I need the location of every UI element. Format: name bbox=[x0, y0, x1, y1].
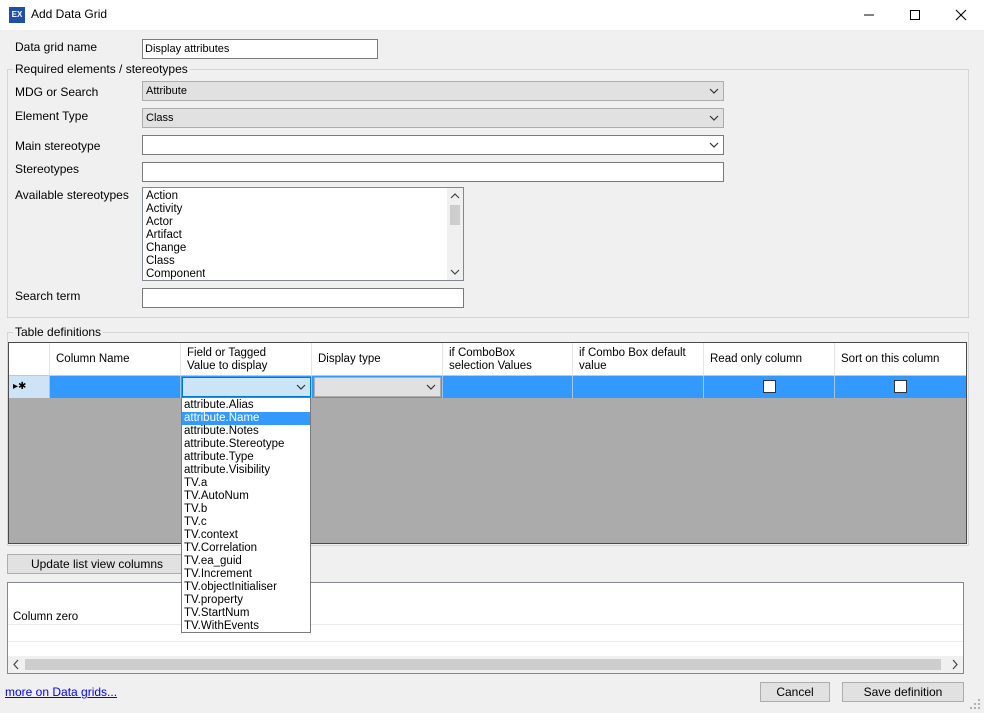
scroll-thumb[interactable] bbox=[450, 205, 460, 225]
grid-name-input[interactable]: Display attributes bbox=[142, 39, 378, 59]
cell-combobox-values[interactable] bbox=[443, 376, 573, 398]
dropdown-item[interactable]: attribute.Notes bbox=[182, 425, 310, 438]
row-divider bbox=[8, 624, 963, 625]
stereotypes-input[interactable] bbox=[142, 162, 724, 182]
cell-column-name[interactable] bbox=[50, 376, 181, 398]
mdg-label: MDG or Search bbox=[15, 85, 99, 99]
element-type-select[interactable]: Class bbox=[142, 108, 724, 128]
definitions-grid[interactable]: Column Name Field or Tagged Value to dis… bbox=[8, 342, 967, 544]
minimize-button[interactable] bbox=[846, 0, 892, 30]
col-header-sort[interactable]: Sort on this column bbox=[835, 343, 966, 376]
cancel-button[interactable]: Cancel bbox=[760, 682, 830, 702]
available-stereotypes-label: Available stereotypes bbox=[15, 188, 129, 202]
cell-combobox-default[interactable] bbox=[573, 376, 704, 398]
col-header-field[interactable]: Field or Tagged Value to display bbox=[181, 343, 312, 376]
app-icon: EX bbox=[9, 7, 25, 23]
dropdown-item[interactable]: TV.a bbox=[182, 477, 310, 490]
scroll-up-icon[interactable] bbox=[447, 189, 463, 203]
title-bar: EX Add Data Grid bbox=[0, 0, 984, 30]
col-header-combobox-default[interactable]: if Combo Box default value bbox=[573, 343, 704, 376]
resize-grip-icon[interactable] bbox=[968, 697, 982, 711]
cell-field[interactable] bbox=[181, 376, 312, 398]
dropdown-item[interactable]: TV.ea_guid bbox=[182, 555, 310, 568]
list-scrollbar[interactable] bbox=[447, 188, 463, 280]
col-header-column-name[interactable]: Column Name bbox=[50, 343, 181, 376]
row-header-new[interactable]: ▸✱ bbox=[9, 376, 50, 398]
dropdown-item[interactable]: attribute.Visibility bbox=[182, 464, 310, 477]
grid-header: Column Name Field or Tagged Value to dis… bbox=[9, 343, 966, 376]
mdg-select[interactable]: Attribute bbox=[142, 81, 724, 101]
cell-sort[interactable] bbox=[835, 376, 966, 398]
window-title: Add Data Grid bbox=[31, 7, 108, 21]
row-header-corner bbox=[9, 343, 50, 376]
scroll-down-icon[interactable] bbox=[447, 265, 463, 279]
list-item[interactable]: Artifact bbox=[146, 229, 182, 242]
dropdown-item[interactable]: TV.Correlation bbox=[182, 542, 310, 555]
list-item[interactable]: Change bbox=[146, 242, 186, 255]
required-group-title: Required elements / stereotypes bbox=[13, 62, 190, 76]
chevron-down-icon[interactable] bbox=[295, 379, 307, 395]
dropdown-item[interactable]: TV.StartNum bbox=[182, 607, 310, 620]
save-definition-button[interactable]: Save definition bbox=[842, 682, 964, 702]
maximize-button[interactable] bbox=[892, 0, 938, 30]
column-zero-label: Column zero bbox=[13, 611, 79, 623]
display-type-combo[interactable] bbox=[314, 377, 441, 397]
dropdown-item[interactable]: TV.AutoNum bbox=[182, 490, 310, 503]
main-stereotype-select[interactable] bbox=[142, 135, 724, 155]
close-icon bbox=[955, 9, 967, 21]
scroll-thumb[interactable] bbox=[25, 659, 941, 670]
col-header-combobox-values[interactable]: if ComboBox selection Values bbox=[443, 343, 573, 376]
dropdown-item[interactable]: attribute.Type bbox=[182, 451, 310, 464]
dropdown-item[interactable]: attribute.Stereotype bbox=[182, 438, 310, 451]
minimize-icon bbox=[864, 14, 874, 16]
column-preview-panel: Column zero bbox=[7, 582, 964, 674]
close-button[interactable] bbox=[938, 0, 984, 30]
mdg-select-value: Attribute bbox=[146, 85, 187, 97]
row-divider bbox=[8, 641, 963, 642]
available-stereotypes-list[interactable]: Action Activity Actor Artifact Change Cl… bbox=[142, 187, 464, 281]
dropdown-item[interactable]: attribute.Alias bbox=[182, 399, 310, 412]
element-type-label: Element Type bbox=[15, 109, 89, 123]
col-header-display-type[interactable]: Display type bbox=[312, 343, 443, 376]
dropdown-item[interactable]: TV.Increment bbox=[182, 568, 310, 581]
chevron-down-icon bbox=[709, 88, 719, 94]
list-item[interactable]: Component bbox=[146, 268, 205, 280]
dropdown-item[interactable]: TV.c bbox=[182, 516, 310, 529]
field-combo-editor[interactable] bbox=[182, 377, 311, 397]
chevron-down-icon bbox=[709, 142, 719, 148]
list-item[interactable]: Class bbox=[146, 255, 175, 268]
grid-name-label: Data grid name bbox=[15, 40, 98, 54]
search-term-label: Search term bbox=[15, 289, 81, 303]
main-stereotype-label: Main stereotype bbox=[15, 139, 101, 153]
chevron-down-icon bbox=[709, 115, 719, 121]
table-definitions-title: Table definitions bbox=[13, 325, 104, 339]
element-type-value: Class bbox=[146, 112, 174, 124]
dropdown-item[interactable]: TV.context bbox=[182, 529, 310, 542]
search-term-input[interactable] bbox=[142, 288, 464, 308]
read-only-checkbox[interactable] bbox=[763, 380, 776, 393]
list-item[interactable]: Actor bbox=[146, 216, 173, 229]
update-list-view-button[interactable]: Update list view columns bbox=[7, 554, 187, 574]
maximize-icon bbox=[910, 10, 920, 20]
list-item[interactable]: Activity bbox=[146, 203, 182, 216]
list-item[interactable]: Action bbox=[146, 190, 178, 203]
cell-read-only[interactable] bbox=[704, 376, 835, 398]
dropdown-item[interactable]: TV.property bbox=[182, 594, 310, 607]
field-dropdown-list[interactable]: attribute.Alias attribute.Name attribute… bbox=[181, 397, 311, 633]
dropdown-item[interactable]: TV.objectInitialiser bbox=[182, 581, 310, 594]
col-header-read-only[interactable]: Read only column bbox=[704, 343, 835, 376]
table-row[interactable]: ▸✱ bbox=[9, 376, 966, 398]
more-on-data-grids-link[interactable]: more on Data grids... bbox=[5, 685, 117, 699]
stereotypes-label: Stereotypes bbox=[15, 162, 80, 176]
chevron-down-icon[interactable] bbox=[425, 379, 437, 395]
dropdown-item-selected[interactable]: attribute.Name bbox=[182, 412, 310, 425]
scroll-right-icon[interactable] bbox=[947, 656, 963, 673]
sort-checkbox[interactable] bbox=[894, 380, 907, 393]
horizontal-scrollbar[interactable] bbox=[8, 656, 963, 673]
scroll-left-icon[interactable] bbox=[8, 656, 24, 673]
dropdown-item[interactable]: TV.WithEvents bbox=[182, 620, 310, 633]
dropdown-item[interactable]: TV.b bbox=[182, 503, 310, 516]
cell-display-type[interactable] bbox=[312, 376, 443, 398]
